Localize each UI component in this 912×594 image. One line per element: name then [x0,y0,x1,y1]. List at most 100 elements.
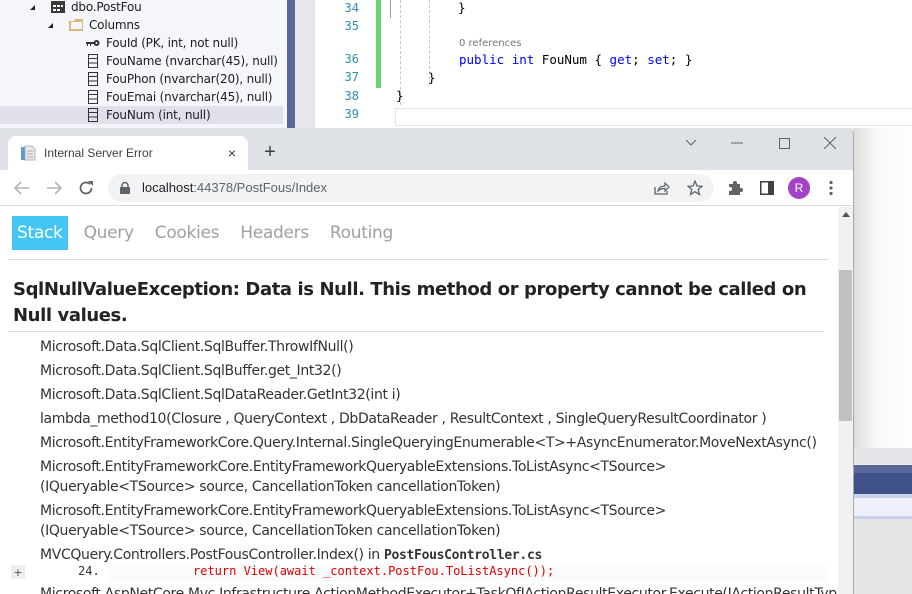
line-number: 37 [344,70,359,84]
stack-frame[interactable]: Microsoft.EntityFrameworkCore.EntityFram… [40,457,820,497]
divider [8,259,828,260]
minimize-button[interactable] [722,133,752,153]
close-window-button[interactable] [815,133,845,153]
column-item[interactable]: FouPhon (nvarchar(20), null) [86,70,272,88]
url-text[interactable]: localhost:44378/PostFous/Index [142,180,327,195]
stack-frame-with-source[interactable]: MVCQuery.Controllers.PostFousController.… [40,545,820,566]
maximize-icon [778,137,790,149]
scrollbar-thumb[interactable] [839,270,852,421]
minimize-icon [731,142,743,144]
reload-icon [79,181,93,195]
column-label: FouPhon (nvarchar(20), null) [106,72,273,86]
line-number: 34 [344,1,359,15]
panel-splitter[interactable] [287,0,295,128]
share-button[interactable] [653,179,671,197]
column-icon [86,72,100,86]
tab-stack[interactable]: Stack [12,216,68,250]
profile-avatar[interactable]: R [788,177,810,199]
source-code-line: + 24. return View(await _context.PostFou… [8,564,828,581]
stack-frame[interactable]: Microsoft.Data.SqlClient.SqlDataReader.G… [40,385,820,405]
maximize-button[interactable] [769,133,799,153]
stack-frame[interactable]: Microsoft.EntityFrameworkCore.Query.Inte… [40,433,820,453]
tab-headers[interactable]: Headers [235,216,314,250]
side-panel-button[interactable] [757,178,777,198]
source-line-code: return View(await _context.PostFou.ToLis… [193,564,555,578]
expanded-arrow-icon [48,22,53,28]
expanded-arrow-icon [30,4,35,10]
column-item-selected[interactable]: FouNum (int, null) [0,106,283,124]
line-number: 35 [344,19,359,33]
share-icon [654,181,670,195]
column-icon [86,54,100,68]
new-tab-button[interactable]: + [260,142,280,162]
tab-strip: Internal Server Error × + [0,128,853,170]
more-vert-icon [829,180,833,196]
column-label: FouName (nvarchar(45), null) [106,54,278,68]
table-label: dbo.PostFou [71,0,142,14]
tab-title: Internal Server Error [44,146,153,160]
forward-button[interactable] [40,174,68,202]
puzzle-icon [729,181,743,195]
folder-icon [69,18,83,32]
current-line-highlight [395,108,912,126]
outline-bracket [390,0,391,18]
column-item[interactable]: FouName (nvarchar(45), null) [86,52,278,70]
scroll-up-arrow-icon[interactable] [842,212,850,217]
close-tab-icon[interactable]: × [224,145,240,161]
code-line-34: } [458,0,466,15]
sql-object-explorer: dbo.PostFou Columns FouId (PK, int, not … [0,0,287,128]
source-file-name: PostFousController.cs [383,548,542,563]
tab-query[interactable]: Query [79,216,139,250]
stack-frame[interactable]: Microsoft.AspNetCore.Mvc.Infrastructure.… [40,586,837,594]
star-icon [687,180,703,196]
tab-cookies[interactable]: Cookies [150,216,224,250]
error-page: Stack Query Cookies Headers Routing SqlN… [0,207,838,594]
side-panel-icon [760,181,774,195]
tree-node-table[interactable]: dbo.PostFou [30,0,142,16]
editor-margin [295,0,315,128]
column-label: FouId (PK, int, not null) [106,36,239,50]
bookmark-button[interactable] [686,179,704,197]
table-icon [51,0,65,14]
code-editor[interactable]: 34 35 36 37 38 39 } 0 references public … [315,0,912,128]
browser-toolbar: localhost:44378/PostFous/Index [0,170,853,206]
exception-title: SqlNullValueException: Data is Null. Thi… [13,279,807,326]
chevron-down-icon [685,139,697,146]
menu-button[interactable] [821,178,841,198]
columns-label: Columns [89,18,140,32]
extensions-button[interactable] [725,178,745,198]
code-line-36: public int FouNum { get; set; } [459,52,693,67]
vs-panel-body [853,519,912,594]
browser-window: Internal Server Error × + localhost:4437… [0,128,854,594]
page-scrollbar[interactable] [838,207,853,594]
back-button[interactable] [8,174,36,202]
code-line-37: } [428,70,436,85]
lock-icon [120,182,130,194]
address-bar[interactable]: localhost:44378/PostFous/Index [108,174,714,202]
column-item[interactable]: FouEmai (nvarchar(45), null) [86,88,273,106]
reload-button[interactable] [72,174,100,202]
expand-source-button[interactable]: + [11,565,25,579]
close-icon [824,137,836,149]
column-item[interactable]: FouId (PK, int, not null) [86,34,238,52]
divider [8,331,824,332]
tab-routing[interactable]: Routing [325,216,398,250]
arrow-right-icon [47,181,62,195]
stack-frame[interactable]: Microsoft.EntityFrameworkCore.EntityFram… [40,501,820,541]
codelens-references[interactable]: 0 references [459,38,522,49]
vs-panel-bg [853,448,912,464]
tab-search-button[interactable] [676,133,706,153]
column-label: FouNum (int, null) [106,108,211,122]
tree-node-columns[interactable]: Columns [48,16,140,34]
stack-frame[interactable]: Microsoft.Data.SqlClient.SqlBuffer.Throw… [40,337,820,357]
stack-frame[interactable]: lambda_method10(Closure , QueryContext ,… [40,409,820,429]
document-icon [20,145,36,161]
browser-tab[interactable]: Internal Server Error × [8,136,248,170]
code-line-38: } [396,88,404,103]
source-line-number: 24. [78,564,100,578]
arrow-left-icon [14,181,29,195]
stack-frame[interactable]: Microsoft.Data.SqlClient.SqlBuffer.get_I… [40,361,820,381]
vs-panel-row [853,498,912,516]
vs-panel-titlebar [853,473,912,494]
column-icon [86,90,100,104]
